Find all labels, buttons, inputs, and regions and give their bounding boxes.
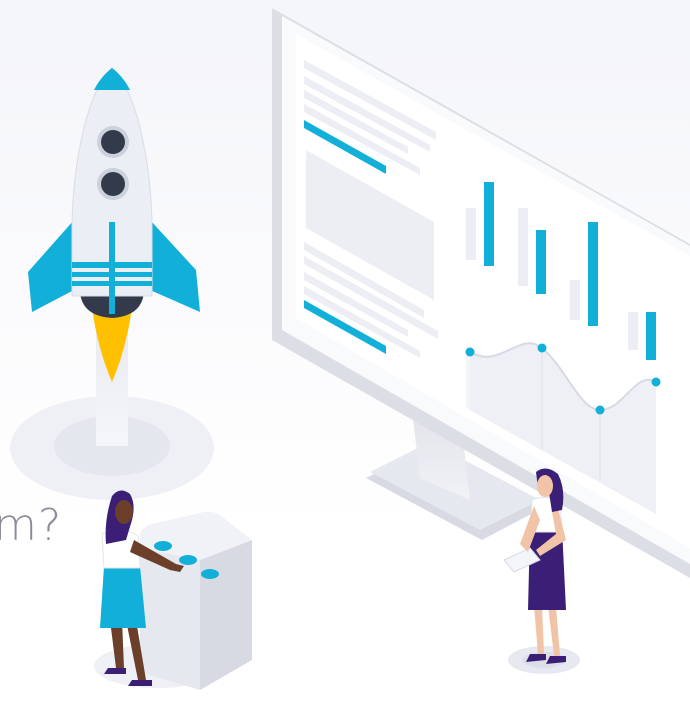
person-head [537,475,553,497]
rocket-right-fin [150,220,200,312]
chart-bar [484,182,494,266]
rocket-window [101,172,125,196]
chart-bar [588,222,598,326]
chart-point [651,377,661,387]
chart-point [465,347,475,357]
chart-bar [536,230,546,294]
chart-bar [628,312,638,350]
rocket-center-stripe [109,222,115,314]
console-button [154,541,172,551]
headline-partial-text: m? [0,500,63,551]
chart-point [537,343,547,353]
rocket-window [101,130,125,154]
chart-point [595,405,605,415]
chart-bar [570,280,580,320]
hero-illustration: m? [0,0,690,704]
illustration-canvas [10,8,690,690]
console-button [201,569,219,579]
monitor-icon [272,8,690,578]
chart-bar [646,312,656,360]
chart-bar [518,208,528,286]
console-side [200,540,252,690]
person-skirt [100,566,146,628]
rocket-icon [10,67,214,500]
rocket-nose-cap [94,68,130,90]
person-head [115,500,133,524]
person-shoe [128,680,152,686]
console-button [179,555,197,565]
rocket-left-fin [28,220,74,312]
chart-bar [466,208,476,260]
